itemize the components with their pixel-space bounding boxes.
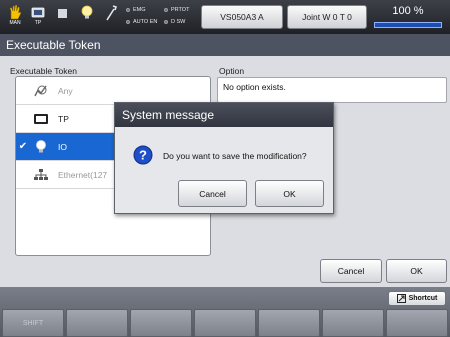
list-item-label: TP (58, 113, 69, 124)
stop-button[interactable] (52, 4, 74, 32)
teach-pendant-icon (31, 7, 45, 18)
page-title: Executable Token (0, 34, 450, 56)
emg-indicator: EMG (126, 7, 146, 13)
emg-indicator-dot (126, 8, 130, 12)
dialog-cancel-button[interactable]: Cancel (178, 180, 247, 207)
bulb-icon (81, 5, 93, 19)
auto-en-label: AUTO EN (133, 19, 158, 25)
speed-bar (374, 22, 442, 28)
hand-icon (9, 4, 22, 20)
teach-pendant-icon (30, 112, 52, 126)
man-mode-label: MAN (9, 20, 21, 26)
function-key-5[interactable] (322, 309, 384, 337)
coordinate-select-button[interactable]: Joint W 0 T 0 (287, 5, 367, 29)
option-field: No option exists. (217, 77, 447, 103)
shortcut-label: Shortcut (408, 295, 438, 302)
speed-indicator[interactable]: 100 % (370, 5, 446, 29)
auto-en-indicator-dot (126, 20, 130, 24)
man-mode-button[interactable]: MAN (4, 4, 26, 32)
io-status-button[interactable] (76, 4, 98, 32)
question-icon: ? (133, 145, 153, 167)
speed-label: 100 % (392, 5, 424, 17)
tp-mode-button[interactable]: TP (27, 4, 49, 32)
dialog-ok-button[interactable]: OK (255, 180, 324, 207)
wrench-icon (106, 5, 118, 21)
function-key-4[interactable] (258, 309, 320, 337)
ok-button[interactable]: OK (386, 259, 447, 283)
dialog-message: Do you want to save the modification? (163, 151, 307, 161)
d-sw-label: D SW (171, 19, 186, 25)
shortcut-button[interactable]: Shortcut (388, 291, 446, 306)
network-icon (30, 168, 52, 182)
status-bar: MAN TP EMG AUTO EN PRTOT D SW VS050A3 A … (0, 0, 450, 34)
check-icon: ✔ (18, 141, 28, 152)
prtot-label: PRTOT (171, 7, 190, 13)
prtot-indicator-dot (164, 8, 168, 12)
function-key-6[interactable] (386, 309, 448, 337)
dialog-title: System message (115, 103, 333, 127)
d-sw-indicator-dot (164, 20, 168, 24)
function-key-1[interactable] (66, 309, 128, 337)
list-item-label: Ethernet(127 (58, 169, 108, 180)
list-item-label: IO (58, 141, 67, 152)
list-item-label: Any (58, 85, 73, 96)
any-icon (30, 84, 52, 98)
function-key-2[interactable] (130, 309, 192, 337)
svg-text:?: ? (139, 148, 147, 163)
cancel-button[interactable]: Cancel (320, 259, 382, 283)
token-list-label: Executable Token (10, 66, 77, 76)
option-label: Option (219, 66, 245, 76)
emg-label: EMG (133, 7, 146, 13)
d-sw-indicator: D SW (164, 19, 185, 25)
robot-select-button[interactable]: VS050A3 A (201, 5, 283, 29)
tp-mode-label: TP (34, 20, 42, 26)
prtot-indicator: PRTOT (164, 7, 189, 13)
function-key-3[interactable] (194, 309, 256, 337)
list-item-any[interactable]: Any (16, 77, 210, 105)
shortcut-icon (396, 294, 406, 303)
bulb-icon (30, 139, 52, 155)
function-key-shift[interactable]: SHIFT (2, 309, 64, 337)
square-icon (58, 9, 67, 18)
system-message-dialog: System message ? Do you want to save the… (114, 102, 334, 214)
tool-button[interactable] (100, 4, 122, 32)
auto-en-indicator: AUTO EN (126, 19, 157, 25)
